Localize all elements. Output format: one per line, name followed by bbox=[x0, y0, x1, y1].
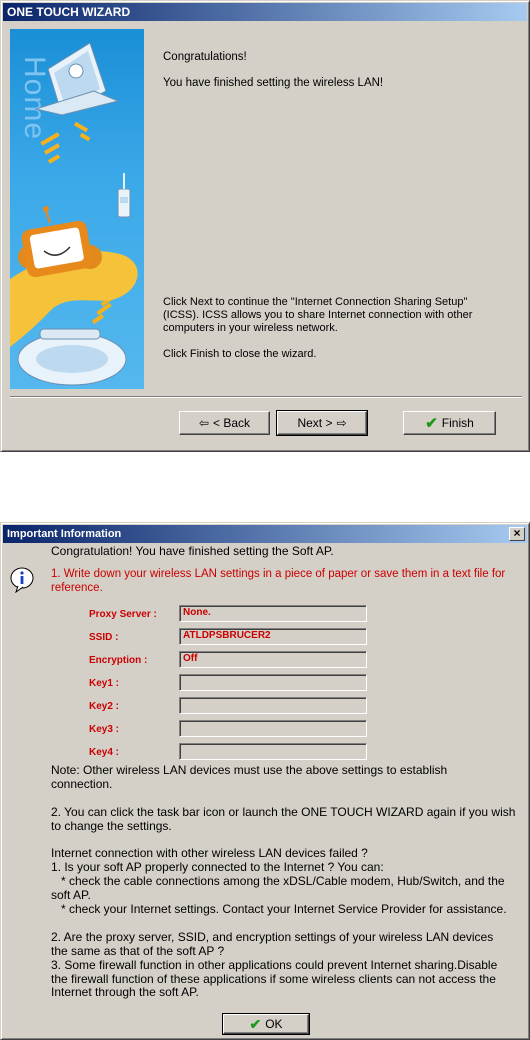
wizard-separator bbox=[10, 396, 522, 398]
close-button[interactable]: × bbox=[509, 527, 525, 541]
info-bubble-icon bbox=[10, 567, 34, 593]
one-touch-wizard-window: ONE TOUCH WIZARD Home Congratulations! Y… bbox=[0, 0, 530, 452]
key1-label: Key1 : bbox=[89, 678, 120, 689]
access-point-icon bbox=[117, 173, 131, 218]
mascot-tablet-icon bbox=[18, 206, 102, 278]
check-icon: ✔ bbox=[249, 1015, 262, 1032]
wizard-banner: Home bbox=[10, 29, 144, 389]
important-information-window: Important Information × Congratulation! … bbox=[0, 522, 530, 1040]
info-step2: 2. You can click the task bar icon or la… bbox=[51, 805, 516, 833]
info-step1: 1. Write down your wireless LAN settings… bbox=[51, 568, 506, 594]
proxy-server-field: None. bbox=[179, 605, 367, 622]
next-arrow-icon: ⇨ bbox=[336, 416, 347, 430]
check-icon: ✔ bbox=[425, 415, 438, 432]
ok-button[interactable]: ✔ OK bbox=[222, 1013, 310, 1035]
encryption-label: Encryption : bbox=[89, 655, 148, 666]
info-note: Note: Other wireless LAN devices must us… bbox=[51, 763, 448, 791]
troubleshoot-settings: * check your Internet settings. Contact … bbox=[61, 902, 507, 916]
encryption-field: Off bbox=[179, 651, 367, 668]
troubleshoot-q3: 3. Some firewall function in other appli… bbox=[51, 958, 498, 1000]
finish-button[interactable]: ✔ Finish bbox=[403, 411, 496, 435]
key3-label: Key3 : bbox=[89, 724, 120, 735]
close-icon: × bbox=[513, 526, 521, 540]
next-button-label: Next > bbox=[297, 416, 333, 430]
troubleshoot-q2: 2. Are the proxy server, SSID, and encry… bbox=[51, 930, 494, 958]
key4-label: Key4 : bbox=[89, 747, 120, 758]
troubleshoot-q1: 1. Is your soft AP properly connected to… bbox=[51, 860, 384, 874]
finish-info-text: Click Finish to close the wizard. bbox=[163, 348, 317, 360]
back-arrow-icon: ⇦ bbox=[198, 416, 210, 430]
key3-field bbox=[179, 720, 367, 737]
back-button-label: < Back bbox=[213, 416, 251, 430]
next-button[interactable]: Next > ⇨ bbox=[276, 410, 368, 436]
proxy-server-label: Proxy Server : bbox=[89, 609, 157, 620]
ok-button-label: OK bbox=[265, 1017, 283, 1031]
info-title: Important Information bbox=[7, 528, 122, 540]
ssid-field: ATLDPSBRUCER2 bbox=[179, 628, 367, 645]
congrats-text: Congratulations! bbox=[163, 51, 247, 63]
boombox-icon bbox=[17, 328, 127, 386]
key4-field bbox=[179, 743, 367, 760]
troubleshoot-cable: * check the cable connections among the … bbox=[51, 874, 505, 902]
key2-field bbox=[179, 697, 367, 714]
banner-illustration bbox=[10, 42, 138, 386]
next-info-text: Click Next to continue the "Internet Con… bbox=[163, 296, 473, 334]
troubleshoot-heading: Internet connection with other wireless … bbox=[51, 846, 368, 860]
wizard-title: ONE TOUCH WIZARD bbox=[7, 5, 131, 19]
key1-field bbox=[179, 674, 367, 691]
laptop-icon bbox=[34, 42, 120, 116]
info-intro: Congratulation! You have finished settin… bbox=[51, 544, 334, 558]
info-title-bar[interactable]: Important Information × bbox=[3, 525, 527, 543]
finished-text: You have finished setting the wireless L… bbox=[163, 77, 384, 89]
ssid-label: SSID : bbox=[89, 632, 119, 643]
finish-button-label: Finish bbox=[441, 416, 474, 430]
key2-label: Key2 : bbox=[89, 701, 120, 712]
wizard-title-bar[interactable]: ONE TOUCH WIZARD bbox=[3, 3, 527, 21]
back-button[interactable]: ⇦ < Back bbox=[179, 411, 270, 435]
